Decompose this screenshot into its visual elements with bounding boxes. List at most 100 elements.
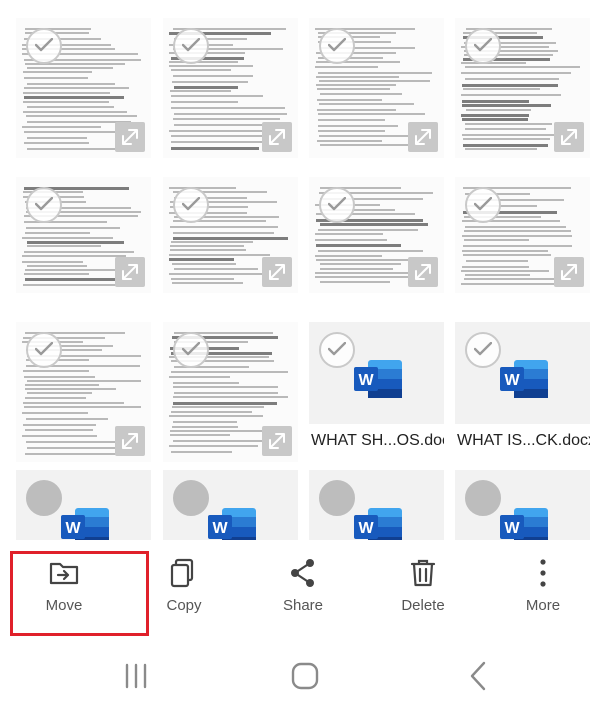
document-text-line xyxy=(173,237,288,240)
select-checkbox[interactable] xyxy=(173,332,209,368)
document-text-line xyxy=(173,75,253,77)
file-tile[interactable]: W xyxy=(455,470,590,540)
file-tile[interactable] xyxy=(16,177,151,293)
file-tile[interactable] xyxy=(16,18,151,158)
file-tile[interactable] xyxy=(163,177,298,293)
back-button[interactable] xyxy=(448,658,508,694)
document-text-line xyxy=(316,84,396,86)
document-text-line xyxy=(172,426,238,428)
document-text-line xyxy=(319,80,430,82)
document-text-line xyxy=(24,77,88,79)
delete-button[interactable]: Delete xyxy=(363,540,483,640)
document-text-line xyxy=(25,384,99,386)
document-text-line xyxy=(27,245,101,247)
select-checkbox[interactable] xyxy=(465,28,501,64)
document-text-line xyxy=(24,273,89,275)
select-checkbox[interactable] xyxy=(465,480,501,516)
document-text-line xyxy=(320,93,402,95)
file-tile[interactable] xyxy=(455,177,590,293)
expand-icon[interactable] xyxy=(115,426,145,456)
document-text-line xyxy=(23,370,89,372)
expand-icon[interactable] xyxy=(408,122,438,152)
select-checkbox[interactable] xyxy=(26,28,62,64)
select-checkbox[interactable] xyxy=(26,480,62,516)
document-text-line xyxy=(317,99,382,101)
file-name: WHAT IS...CK.docx xyxy=(455,424,590,462)
expand-icon[interactable] xyxy=(262,426,292,456)
file-tile[interactable]: W xyxy=(163,470,298,540)
file-tile[interactable] xyxy=(455,18,590,158)
home-button[interactable] xyxy=(275,658,335,694)
expand-icon[interactable] xyxy=(554,257,584,287)
document-text-line xyxy=(316,76,399,78)
select-checkbox[interactable] xyxy=(26,187,62,223)
file-tile[interactable]: W xyxy=(16,470,151,540)
document-text-line xyxy=(171,147,259,150)
select-checkbox[interactable] xyxy=(319,187,355,223)
select-checkbox[interactable] xyxy=(173,28,209,64)
file-tile[interactable]: W xyxy=(309,470,444,540)
document-text-line xyxy=(173,118,280,120)
expand-icon[interactable] xyxy=(115,122,145,152)
document-text-line xyxy=(23,92,110,94)
file-tile[interactable] xyxy=(16,322,151,462)
document-text-line xyxy=(169,61,238,63)
document-text-line xyxy=(171,135,276,137)
file-tile[interactable] xyxy=(309,177,444,293)
document-text-line xyxy=(169,415,263,417)
document-text-line xyxy=(24,87,129,89)
document-text-line xyxy=(27,380,141,382)
document-text-line xyxy=(172,406,264,408)
select-checkbox[interactable] xyxy=(465,187,501,223)
recent-apps-button[interactable] xyxy=(106,658,166,694)
select-checkbox[interactable] xyxy=(173,187,209,223)
document-text-line xyxy=(319,103,414,105)
document-text-line xyxy=(316,259,411,261)
document-text-line xyxy=(173,386,278,388)
document-text-line xyxy=(315,239,387,241)
document-text-line xyxy=(318,130,385,132)
word-document-icon: W xyxy=(498,506,550,540)
document-text-line xyxy=(318,72,432,74)
expand-icon[interactable] xyxy=(262,122,292,152)
document-text-line xyxy=(462,235,572,237)
select-checkbox[interactable] xyxy=(319,332,355,368)
document-text-line xyxy=(24,376,95,378)
select-checkbox[interactable] xyxy=(319,480,355,516)
document-text-line xyxy=(27,148,122,150)
document-text-line xyxy=(318,250,423,252)
document-text-line xyxy=(315,276,409,278)
svg-text:W: W xyxy=(504,520,520,537)
document-text-line xyxy=(169,65,253,67)
select-checkbox[interactable] xyxy=(465,332,501,368)
file-name: WHAT SH...OS.docx xyxy=(309,424,444,462)
file-tile[interactable] xyxy=(163,18,298,158)
expand-icon[interactable] xyxy=(554,122,584,152)
document-text-line xyxy=(171,241,253,243)
select-checkbox[interactable] xyxy=(173,480,209,516)
file-tile[interactable] xyxy=(309,18,444,158)
file-tile[interactable] xyxy=(163,322,298,462)
document-text-line xyxy=(22,261,83,263)
file-tile[interactable]: W WHAT IS...CK.docx xyxy=(455,322,590,462)
expand-icon[interactable] xyxy=(115,257,145,287)
document-text-line xyxy=(465,66,580,68)
expand-icon[interactable] xyxy=(262,257,292,287)
share-button[interactable]: Share xyxy=(243,540,363,640)
expand-icon[interactable] xyxy=(408,257,438,287)
svg-text:W: W xyxy=(212,520,228,537)
file-tile[interactable]: W WHAT SH...OS.docx xyxy=(309,322,444,462)
more-button[interactable]: More xyxy=(483,540,603,640)
select-checkbox[interactable] xyxy=(26,332,62,368)
document-text-line xyxy=(466,109,531,111)
document-text-line xyxy=(464,278,556,280)
document-text-line xyxy=(465,123,552,125)
select-checkbox[interactable] xyxy=(319,28,355,64)
share-label: Share xyxy=(282,597,324,614)
document-text-line xyxy=(464,239,529,241)
more-vertical-icon xyxy=(483,556,603,596)
document-text-line xyxy=(465,78,559,80)
file-grid: W WHAT SH...OS.docx W WHAT IS...CK.docx … xyxy=(0,0,608,540)
document-text-line xyxy=(462,250,548,252)
document-text-line xyxy=(22,412,88,414)
